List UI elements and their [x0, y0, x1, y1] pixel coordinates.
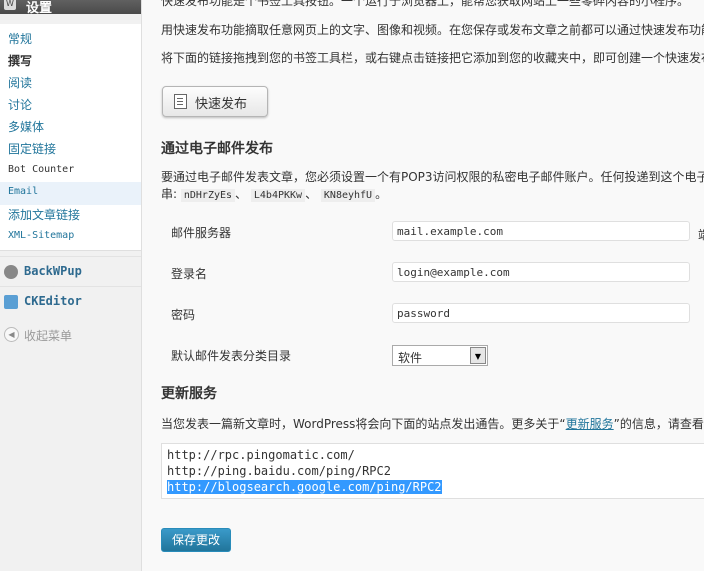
update-services-link[interactable]: 更新服务: [566, 417, 614, 431]
backwpup-icon: [4, 265, 18, 279]
admin-sidebar: W 设置 常规 撰写 阅读 讨论 多媒体 固定链接 Bot Counter Em…: [0, 0, 142, 571]
settings-icon: W: [4, 0, 16, 10]
keys-suffix: 。: [375, 187, 388, 201]
sidebar-item-email[interactable]: Email: [8, 186, 38, 197]
settings-menu-header[interactable]: W 设置: [0, 0, 141, 16]
ping-site-line-selected: http://blogsearch.google.com/ping/RPC2: [167, 479, 704, 495]
random-key: L4b4PKKw: [250, 189, 306, 202]
sidebar-item-reading[interactable]: 阅读: [8, 74, 32, 91]
selected-text: http://blogsearch.google.com/ping/RPC2: [167, 480, 442, 494]
sidebar-item-permalinks[interactable]: 固定链接: [8, 140, 56, 157]
settings-submenu: 常规 撰写 阅读 讨论 多媒体 固定链接 Bot Counter Email 添…: [0, 24, 141, 251]
sidebar-item-ckeditor[interactable]: CKEditor: [0, 286, 141, 317]
collapse-arrow-icon: ◀: [4, 327, 19, 342]
login-name-label: 登录名: [171, 267, 208, 281]
settings-menu-title: 设置: [26, 1, 53, 16]
password-input[interactable]: password: [392, 303, 690, 323]
default-category-value: 软件: [398, 351, 423, 365]
sidebar-item-writing[interactable]: 撰写: [8, 52, 32, 69]
sidebar-item-add-post-links[interactable]: 添加文章链接: [8, 206, 80, 223]
save-changes-button[interactable]: 保存更改: [161, 528, 231, 552]
random-key: nDHrZyEs: [180, 189, 236, 202]
ping-site-line: http://ping.baidu.com/ping/RPC2: [167, 464, 391, 478]
default-category-label: 默认邮件发表分类目录: [171, 349, 292, 363]
update-services-heading: 更新服务: [161, 386, 217, 402]
keys-prefix: 串:: [161, 187, 178, 201]
ping-site-line: http://rpc.pingomatic.com/: [167, 448, 355, 462]
sidebar-item-media[interactable]: 多媒体: [8, 118, 44, 135]
sidebar-item-discussion[interactable]: 讨论: [8, 96, 32, 113]
backwpup-label: BackWPup: [24, 264, 82, 278]
ckeditor-icon: [4, 295, 18, 309]
sidebar-item-bot-counter[interactable]: Bot Counter: [8, 164, 74, 175]
port-label: 端: [698, 226, 704, 243]
press-this-intro: 快速发布功能是个书签工具按钮。一个运行于浏览器上，能帮您获取网站上一些零碎内容的…: [161, 0, 690, 8]
press-this-instructions: 将下面的链接拖拽到您的书签工具栏，或右键点击链接把它添加到您的收藏夹中，即可创建…: [161, 51, 704, 65]
login-name-input[interactable]: login@example.com: [392, 262, 690, 282]
update-services-description: 当您发表一篇新文章时，WordPress将会向下面的站点发出通告。更多关于“更新…: [161, 415, 704, 432]
chevron-down-icon[interactable]: ▼: [470, 347, 486, 364]
sidebar-item-backwpup[interactable]: BackWPup: [0, 256, 141, 287]
sidebar-item-xml-sitemap[interactable]: XML-Sitemap: [8, 230, 74, 241]
collapse-menu-label: 收起菜单: [24, 329, 73, 343]
document-icon: [174, 94, 187, 109]
key-separator: 、: [235, 187, 248, 201]
key-separator: 、: [305, 187, 318, 201]
random-key: KN8eyhfU: [320, 189, 376, 202]
press-this-bookmarklet-button[interactable]: 快速发布: [162, 86, 268, 117]
ping-sites-textarea[interactable]: http://rpc.pingomatic.com/ http://ping.b…: [161, 443, 704, 499]
press-this-label: 快速发布: [195, 97, 248, 112]
update-desc-pre: 当您发表一篇新文章时，WordPress将会向下面的站点发出通告。更多关于“: [161, 417, 566, 431]
mail-server-input[interactable]: mail.example.com: [392, 221, 690, 241]
press-this-description: 用快速发布功能摘取任意网页上的文字、图像和视频。在您保存或发布文章之前都可以通过…: [161, 23, 704, 37]
collapse-menu-button[interactable]: ◀ 收起菜单: [0, 322, 141, 346]
default-category-select[interactable]: 软件 ▼: [392, 345, 488, 366]
ckeditor-label: CKEditor: [24, 294, 82, 308]
random-keys-line: 串: nDHrZyEs、 L4b4PKKw、 KN8eyhfU。: [161, 185, 387, 202]
post-via-email-heading: 通过电子邮件发布: [161, 141, 273, 157]
update-desc-post: ”的信息，请查看: [613, 417, 704, 431]
password-label: 密码: [171, 308, 196, 322]
writing-settings-main: 快速发布功能是个书签工具按钮。一个运行于浏览器上，能帮您获取网站上一些零碎内容的…: [142, 0, 704, 571]
post-via-email-description: 要通过电子邮件发表文章，您必须设置一个有POP3访问权限的私密电子邮件账户。任何…: [161, 170, 704, 184]
sidebar-item-general[interactable]: 常规: [8, 30, 32, 47]
mail-server-label: 邮件服务器: [171, 226, 232, 240]
